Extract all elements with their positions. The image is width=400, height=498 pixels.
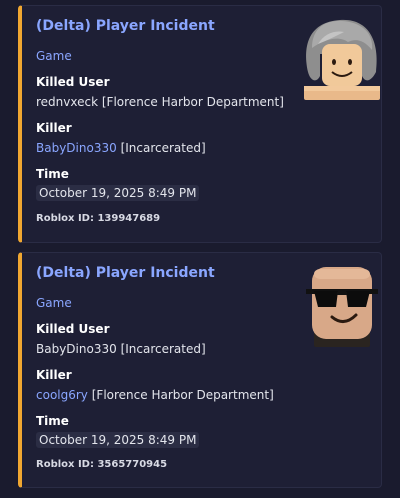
avatar-sunglasses-icon[interactable]	[300, 261, 382, 347]
game-link[interactable]: Game	[36, 49, 72, 63]
killed-user-tag: [Incarcerated]	[120, 342, 206, 356]
message-feed: (Delta) Player Incident Game Killed User…	[0, 0, 400, 498]
time-label: Time	[36, 167, 69, 181]
killed-user-name: rednvxeck	[36, 95, 99, 109]
killer-tag: [Incarcerated]	[120, 141, 206, 155]
killer-label: Killer	[36, 121, 72, 135]
killed-user-tag: [Florence Harbor Department]	[101, 95, 284, 109]
incident-embed: (Delta) Player Incident Game Killed User…	[18, 5, 382, 243]
killer-user-link[interactable]: BabyDino330	[36, 141, 117, 155]
embed-title[interactable]: (Delta) Player Incident	[36, 18, 215, 34]
embed-footer: Roblox ID: 3565770945	[36, 459, 168, 470]
embed-title[interactable]: (Delta) Player Incident	[36, 265, 215, 281]
embed-footer: Roblox ID: 139947689	[36, 213, 161, 224]
time-label: Time	[36, 414, 69, 428]
timestamp[interactable]: October 19, 2025 8:49 PM	[36, 185, 200, 201]
time-value: October 19, 2025 8:49 PM	[36, 432, 200, 448]
killer-value: BabyDino330 [Incarcerated]	[36, 141, 206, 155]
killed-user-label: Killed User	[36, 322, 110, 336]
killed-user-label: Killed User	[36, 75, 110, 89]
killed-user-name: BabyDino330	[36, 342, 117, 356]
killed-user-value: BabyDino330 [Incarcerated]	[36, 342, 206, 356]
killer-user-link[interactable]: coolg6ry	[36, 388, 88, 402]
time-value: October 19, 2025 8:49 PM	[36, 185, 200, 201]
avatar-gray-hair-icon[interactable]	[300, 14, 382, 100]
killer-value: coolg6ry [Florence Harbor Department]	[36, 388, 274, 402]
killer-label: Killer	[36, 368, 72, 382]
game-link[interactable]: Game	[36, 296, 72, 310]
killer-tag: [Florence Harbor Department]	[91, 388, 274, 402]
timestamp[interactable]: October 19, 2025 8:49 PM	[36, 432, 200, 448]
incident-embed: (Delta) Player Incident Game Killed User…	[18, 252, 382, 488]
killed-user-value: rednvxeck [Florence Harbor Department]	[36, 95, 284, 109]
